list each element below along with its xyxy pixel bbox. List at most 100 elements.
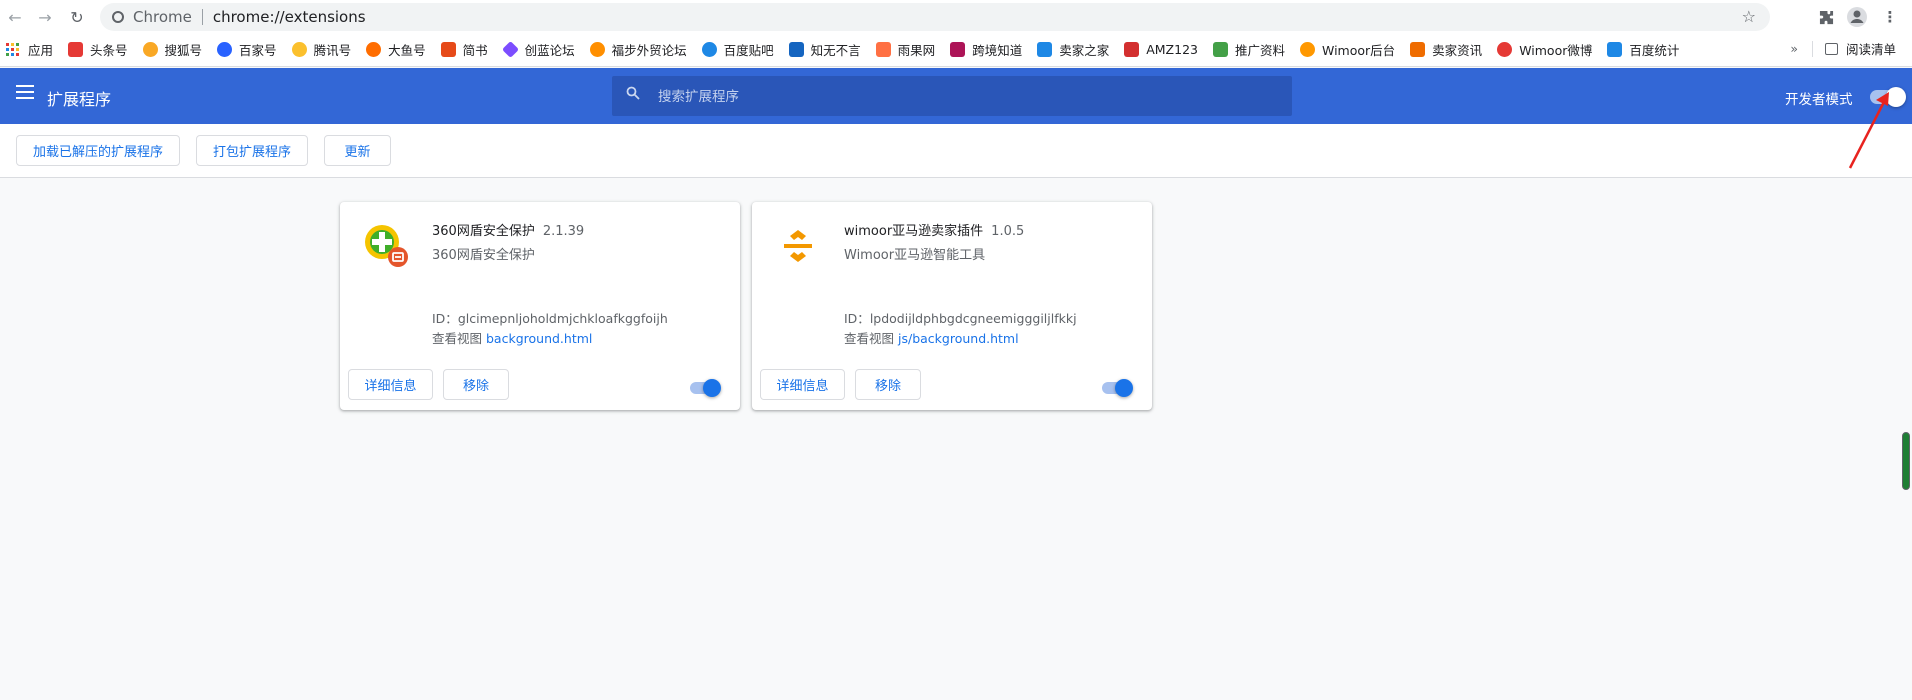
bookmark-item[interactable]: 雨果网 [875,40,936,59]
maijia-news-icon [1410,42,1426,57]
bookmark-item[interactable]: 福步外贸论坛 [589,40,687,59]
scrollbar-thumb[interactable] [1902,432,1910,490]
extension-name: wimoor亚马逊卖家插件 1.0.5 [844,220,1024,239]
bookmark-label: 福步外贸论坛 [611,43,687,58]
extension-description: 360网盾安全保护 [432,248,535,263]
extension-enable-toggle[interactable] [690,379,721,397]
bookmark-item[interactable]: 搜狐号 [142,40,203,59]
extension-enable-toggle[interactable] [1102,379,1133,397]
bookmark-item[interactable]: 知无不言 [788,40,861,59]
bookmark-label: Wimoor微博 [1519,43,1593,58]
reading-list-button[interactable]: 阅读清单 [1846,39,1896,58]
extension-card: wimoor亚马逊卖家插件 1.0.5 Wimoor亚马逊智能工具 ID：lpdo… [752,202,1152,410]
bookmark-item[interactable]: 跨境知道 [950,40,1022,59]
bookmark-star-icon[interactable]: ☆ [1742,7,1756,26]
hamburger-menu-icon[interactable] [16,85,34,99]
bookmark-item[interactable]: 推广资料 [1212,40,1285,59]
zhiwubuyan-icon [788,42,804,57]
id-value: glcimepnljoholdmjchkloafkggfoijh [457,311,668,326]
bookmark-label: 百度统计 [1629,43,1680,58]
details-button[interactable]: 详细信息 [348,369,433,400]
bookmark-label: 推广资料 [1234,43,1285,58]
bookmark-item[interactable]: 腾讯号 [291,40,352,59]
extension-version: 1.0.5 [991,224,1025,239]
extension-name-text: wimoor亚马逊卖家插件 [844,224,984,239]
page-title: 扩展程序 [47,90,112,109]
bookmark-label: 腾讯号 [313,43,352,58]
origin-label: Chrome [133,8,192,26]
details-button[interactable]: 详细信息 [760,369,845,400]
baidu-paw-icon [217,42,233,57]
bookmark-label: 百度贴吧 [723,43,774,58]
browser-toolbar: ← → ↻ Chrome chrome://extensions ☆ ⋮ [0,0,1912,33]
bookmark-item[interactable]: 头条号 [68,40,128,59]
search-input[interactable] [656,76,1256,116]
bookmark-item[interactable]: Wimoor后台 [1300,40,1395,59]
toggle-knob [703,379,721,397]
background-page-link[interactable]: background.html [486,331,592,346]
remove-button[interactable]: 移除 [443,369,509,400]
bookmark-item[interactable]: 百度贴吧 [701,40,774,59]
forward-icon[interactable]: → [30,2,60,32]
kuajing-icon [950,42,966,57]
address-bar[interactable]: Chrome chrome://extensions ☆ [100,3,1770,31]
search-box[interactable] [612,76,1292,116]
bookmark-item[interactable]: 简书 [440,40,488,59]
bookmark-item[interactable]: 卖家之家 [1037,40,1109,59]
bookmark-label: 百家号 [239,43,277,58]
bookmark-label: 大鱼号 [388,43,426,58]
wimoor-logo-icon [774,222,822,270]
bookmark-item[interactable]: 卖家资讯 [1410,40,1482,59]
bookmark-item[interactable]: AMZ123 [1124,42,1198,57]
bookmarks-right: » 阅读清单 [1790,39,1896,58]
bookmark-item[interactable]: 大鱼号 [366,40,426,59]
extension-card: 360网盾安全保护 2.1.39 360网盾安全保护 ID：glcimepnljo… [340,202,740,410]
bookmark-label: 头条号 [90,43,128,58]
weibo-icon [1497,42,1513,57]
360-shield-icon [362,222,410,270]
bookmark-item[interactable]: 百度统计 [1607,40,1679,59]
search-icon [626,86,640,104]
omnibox-separator [201,9,203,25]
profile-avatar-icon[interactable] [1843,3,1871,31]
fobshanghai-icon [589,42,605,57]
bookmark-item[interactable]: Wimoor微博 [1497,40,1592,59]
maijia-icon [1037,42,1053,57]
sohu-icon [142,42,158,57]
bookmarks-bar: 应用 头条号 搜狐号 百家号 腾讯号 大鱼号 简书 创蓝论坛 福步外贸论坛 百度… [0,33,1912,67]
extension-id: ID：glcimepnljoholdmjchkloafkggfoijh [432,308,668,327]
inspect-views: 查看视图 background.html [432,328,592,347]
chrome-site-icon [112,11,124,23]
bookmark-apps[interactable]: 应用 [6,40,53,59]
extensions-toolbar: 加载已解压的扩展程序 打包扩展程序 更新 [0,124,1912,178]
bookmark-label: 雨果网 [897,43,936,58]
bookmark-label: 应用 [28,43,54,58]
load-unpacked-button[interactable]: 加载已解压的扩展程序 [16,135,180,166]
extension-description: Wimoor亚马逊智能工具 [844,248,986,263]
remove-button[interactable]: 移除 [855,369,921,400]
background-page-link[interactable]: js/background.html [898,331,1019,346]
bookmarks-overflow-button[interactable]: » [1790,41,1798,56]
chuanglan-icon [501,41,519,58]
url-text: chrome://extensions [212,8,366,26]
bookmark-label: 创蓝论坛 [524,43,575,58]
reading-list-icon [1824,42,1838,55]
bookmark-item[interactable]: 创蓝论坛 [501,40,575,59]
id-value: lpdodijldphbgdcgneemigggiljlfkkj [869,311,1077,326]
extensions-puzzle-icon[interactable] [1812,3,1840,31]
inspect-views-label: 查看视图 [432,331,483,346]
tencent-icon [291,42,307,57]
toggle-knob [1115,379,1133,397]
toutiao-icon [68,42,84,57]
extension-name: 360网盾安全保护 2.1.39 [432,220,584,239]
bookmark-item[interactable]: 百家号 [217,40,277,59]
update-button[interactable]: 更新 [324,135,391,166]
extensions-header: 扩展程序 开发者模式 [0,68,1912,124]
pack-extension-button[interactable]: 打包扩展程序 [196,135,308,166]
more-menu-icon[interactable]: ⋮ [1876,3,1904,31]
bookmark-label: 搜狐号 [164,43,203,58]
back-icon[interactable]: ← [0,2,30,32]
amz123-icon [1124,42,1140,57]
reload-icon[interactable]: ↻ [62,2,92,32]
dayu-icon [366,42,382,57]
